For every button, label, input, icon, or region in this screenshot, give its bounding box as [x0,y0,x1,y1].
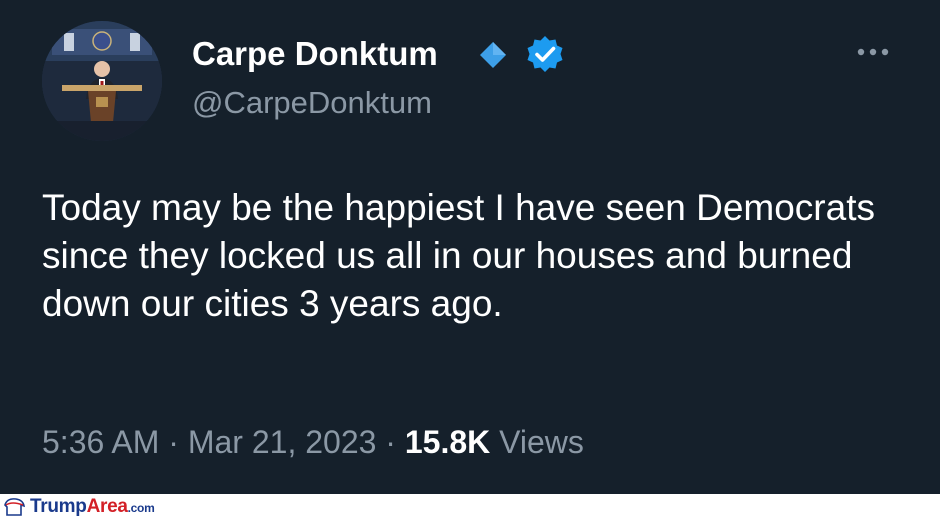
watermark-part2: Area [86,496,128,517]
views-count[interactable]: 15.8K [405,424,490,460]
watermark-bar: TrumpArea.com [0,494,940,519]
user-handle[interactable]: @CarpeDonktum [192,84,432,122]
watermark-part1: Trump [30,496,87,517]
trump-hair-icon [4,498,25,516]
watermark-part3: .com [127,501,155,515]
tweet-card: Carpe Donktum @CarpeDonktum Today may be… [0,0,940,494]
avatar-image [42,21,162,141]
verified-badge-icon [527,36,563,72]
views-label: Views [499,424,584,460]
diamond-badge-icon [480,42,506,68]
display-name[interactable]: Carpe Donktum [192,34,438,74]
watermark-logo[interactable]: TrumpArea.com [30,495,155,520]
avatar[interactable] [42,21,162,141]
tweet-date[interactable]: Mar 21, 2023 [188,424,377,460]
meta-separator: · [168,424,179,460]
tweet-meta: 5:36 AM · Mar 21, 2023 · 15.8K Views [42,420,584,464]
more-options-icon[interactable] [852,40,894,64]
tweet-time[interactable]: 5:36 AM [42,424,159,460]
meta-separator: · [385,424,396,460]
tweet-text: Today may be the happiest I have seen De… [42,187,875,324]
